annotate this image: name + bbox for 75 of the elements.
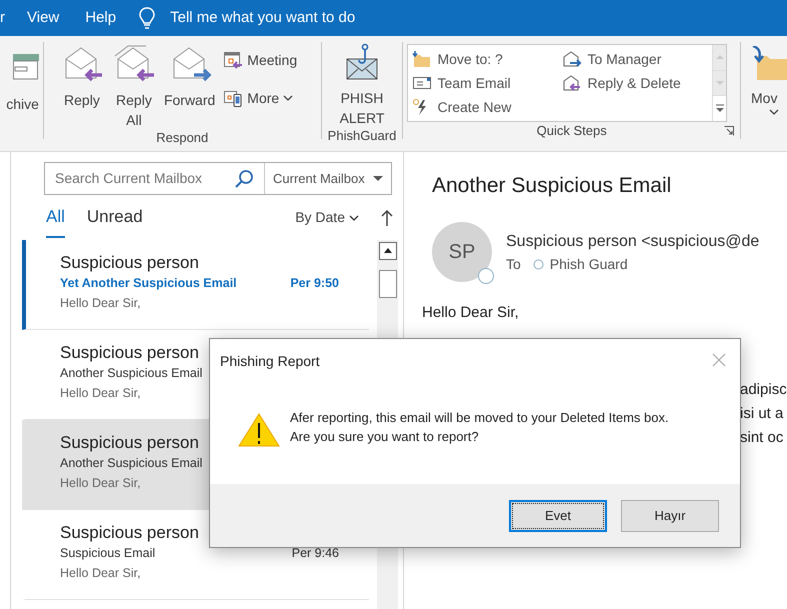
menu-item[interactable]: r (0, 6, 5, 30)
message-preview: Hello Dear Sir, (60, 565, 142, 582)
reply-all-button[interactable]: Reply All (108, 42, 160, 130)
dialog-title: Phishing Report (220, 352, 320, 371)
envelope-arrow-icon (562, 50, 582, 68)
caret-icon (769, 108, 779, 116)
folder-icon (751, 46, 787, 82)
filter-tab[interactable]: Unread (86, 198, 143, 238)
email-body-text: isi ut a (740, 405, 784, 422)
sort-arrow-icon (381, 208, 393, 226)
message-preview: Hello Dear Sir, (60, 385, 142, 402)
scroll-down-icon (716, 80, 724, 86)
sender-name: Suspicious person (60, 432, 199, 454)
message-time: Per 9:46 (292, 545, 339, 562)
reply-button[interactable]: Reply (56, 42, 108, 110)
scroll-up-icon[interactable] (378, 242, 396, 260)
avatar-initials: SP (448, 240, 476, 264)
email-body-text: Hello Dear Sir, (422, 302, 520, 322)
recipient-name[interactable]: Phish Guard (550, 254, 628, 274)
phish-alert-button[interactable]: PHISH ALERT (334, 42, 390, 128)
presence-icon (532, 258, 544, 270)
message-item[interactable]: Suspicious person Yet Another Suspicious Email Per 9:50 Hello Dear Sir, (22, 240, 369, 330)
yes-button[interactable]: Evet (509, 500, 607, 532)
envelope-arrow-icon (562, 74, 582, 92)
phone-icon (223, 88, 244, 108)
quick-step[interactable]: Team Email (412, 71, 562, 95)
sender-name: Suspicious person (60, 252, 199, 274)
warning-icon (238, 413, 280, 447)
presence-indicator (478, 268, 494, 284)
message-time: Per 9:50 (290, 275, 339, 292)
sort-dropdown[interactable]: By Date (295, 207, 359, 228)
quick-step[interactable]: To Manager (562, 47, 712, 71)
email-body-text: sint oc (740, 429, 784, 446)
envelope-icon (412, 74, 432, 92)
message-subject: Another Suspicious Email (60, 455, 202, 472)
quick-step[interactable]: Reply & Delete (562, 71, 712, 95)
email-body-text: adipisc (740, 381, 787, 398)
dialog-launcher-icon (724, 126, 734, 136)
expand-icon (714, 104, 725, 114)
email-subject: Another Suspicious Email (432, 173, 672, 199)
group-label: Quick Steps (536, 123, 607, 139)
sender-name: Suspicious person (60, 342, 199, 364)
calendar-icon (223, 50, 244, 70)
no-button[interactable]: Hayır (621, 500, 719, 532)
caret-icon (349, 214, 359, 222)
folder-icon (412, 50, 432, 68)
menu-item[interactable]: Help (85, 6, 116, 30)
message-subject: Another Suspicious Email (60, 365, 202, 382)
search-icon (234, 168, 254, 188)
filter-tab[interactable]: All (46, 198, 65, 238)
scroll-thumb[interactable] (378, 270, 396, 298)
menu-item[interactable]: View (27, 6, 60, 30)
forward-button[interactable]: Forward (160, 42, 220, 110)
message-subject: Yet Another Suspicious Email (60, 275, 237, 292)
dropdown-arrow-icon (373, 176, 383, 182)
scroll-up-icon (716, 54, 724, 60)
quick-step[interactable]: Create New (412, 95, 562, 119)
scope-dropdown[interactable]: Current Mailbox (264, 163, 391, 194)
move-button[interactable]: Mov (751, 42, 787, 116)
tell-me-search[interactable]: Tell me what you want to do (170, 6, 356, 30)
message-preview: Hello Dear Sir, (60, 295, 142, 312)
group-label: PhishGuard (326, 128, 398, 144)
group-label: Respond (155, 130, 210, 146)
search-field[interactable]: Search Current Mailbox Current Mailbox (44, 162, 392, 195)
message-preview: Hello Dear Sir, (60, 475, 142, 492)
lightbulb-icon (138, 6, 156, 30)
close-icon (712, 353, 726, 367)
message-subject: Suspicious Email (60, 545, 156, 562)
archive-button[interactable]: chive (0, 42, 43, 114)
quick-step[interactable]: Move to: ? (412, 47, 562, 71)
more-button[interactable]: More (223, 84, 298, 112)
sender-address: Suspicious person <suspicious@de (506, 232, 760, 252)
to-label: To (506, 254, 521, 274)
meeting-button[interactable]: Meeting (223, 46, 298, 74)
sender-name: Suspicious person (60, 522, 199, 544)
